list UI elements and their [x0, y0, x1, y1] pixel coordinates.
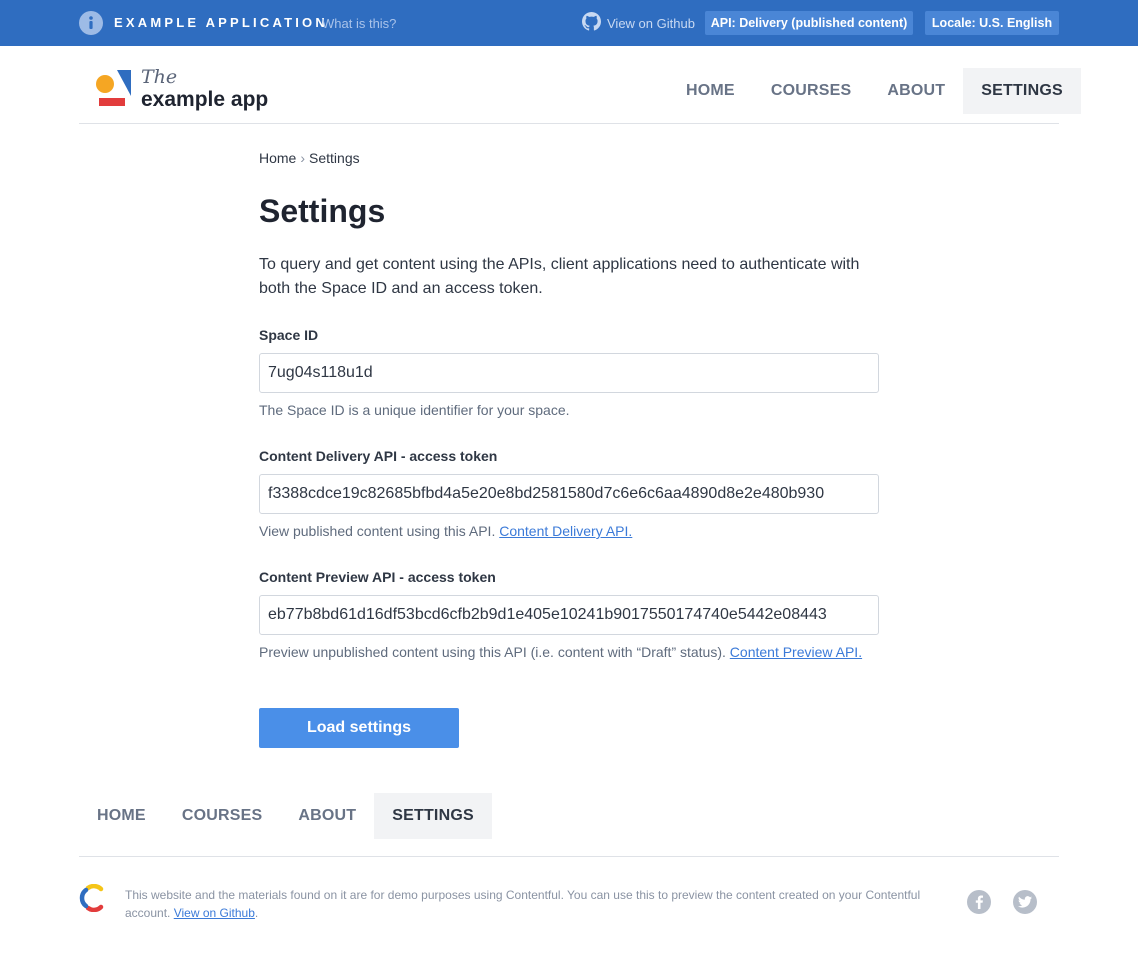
footer-nav-home[interactable]: HOME [79, 793, 164, 839]
nav-settings[interactable]: SETTINGS [963, 68, 1081, 114]
app-title: EXAMPLE APPLICATION [114, 15, 328, 30]
load-settings-button[interactable]: Load settings [259, 708, 459, 748]
api-mode-selector[interactable]: API: Delivery (published content) [705, 11, 913, 35]
delivery-token-help-text: View published content using this API. [259, 523, 496, 539]
facebook-icon[interactable] [967, 890, 991, 914]
space-id-help: The Space ID is a unique identifier for … [259, 402, 570, 418]
nav-courses[interactable]: COURSES [753, 68, 870, 114]
preview-token-help: Preview unpublished content using this A… [259, 644, 862, 660]
delivery-token-help: View published content using this API. C… [259, 523, 632, 539]
delivery-token-label: Content Delivery API - access token [259, 448, 498, 464]
footer-divider [79, 856, 1059, 857]
nav-about[interactable]: ABOUT [869, 68, 963, 114]
logo-shapes-icon [96, 70, 131, 106]
top-bar: EXAMPLE APPLICATION What is this? View o… [0, 0, 1138, 46]
preview-token-label: Content Preview API - access token [259, 569, 496, 585]
github-link-label: View on Github [607, 15, 695, 31]
contentful-logo-icon [79, 883, 105, 917]
what-is-this-link[interactable]: What is this? [322, 16, 396, 31]
page-title: Settings [259, 193, 386, 229]
intro-text: To query and get content using the APIs,… [259, 256, 860, 297]
footer-nav-about[interactable]: ABOUT [280, 793, 374, 839]
footer-nav-settings[interactable]: SETTINGS [374, 793, 492, 839]
nav-home[interactable]: HOME [668, 68, 753, 114]
delivery-token-input[interactable]: f3388cdce19c82685bfbd4a5e20e8bd2581580d7… [259, 474, 879, 514]
breadcrumb-separator: › [300, 150, 306, 166]
space-id-input[interactable]: 7ug04s118u1d [259, 353, 879, 393]
footer-text: This website and the materials found on … [125, 886, 945, 922]
footer-period: . [254, 906, 259, 920]
breadcrumb: Home › Settings [259, 150, 360, 166]
logo-the: The [141, 66, 178, 88]
header-divider [79, 123, 1059, 124]
footer-nav-courses[interactable]: COURSES [164, 793, 281, 839]
main-nav: HOME COURSES ABOUT SETTINGS [668, 68, 1081, 114]
breadcrumb-home[interactable]: Home [259, 150, 296, 166]
locale-selector[interactable]: Locale: U.S. English [925, 11, 1059, 35]
twitter-icon[interactable] [1013, 890, 1037, 914]
content-delivery-api-link[interactable]: Content Delivery API. [499, 523, 632, 539]
preview-token-help-text: Preview unpublished content using this A… [259, 644, 726, 660]
app-logo[interactable]: The example app [95, 66, 275, 116]
github-link[interactable]: View on Github [582, 12, 695, 34]
footer-github-link[interactable]: View on Github [174, 906, 255, 920]
content-preview-api-link[interactable]: Content Preview API. [730, 644, 862, 660]
info-icon[interactable] [79, 11, 103, 35]
space-id-label: Space ID [259, 327, 319, 343]
breadcrumb-current: Settings [309, 150, 360, 166]
preview-token-input[interactable]: eb77b8bd61d16df53bcd6cfb2b9d1e405e10241b… [259, 595, 879, 635]
footer-nav: HOME COURSES ABOUT SETTINGS [79, 793, 492, 839]
logo-wordmark: example app [141, 88, 269, 111]
github-icon [582, 12, 601, 34]
